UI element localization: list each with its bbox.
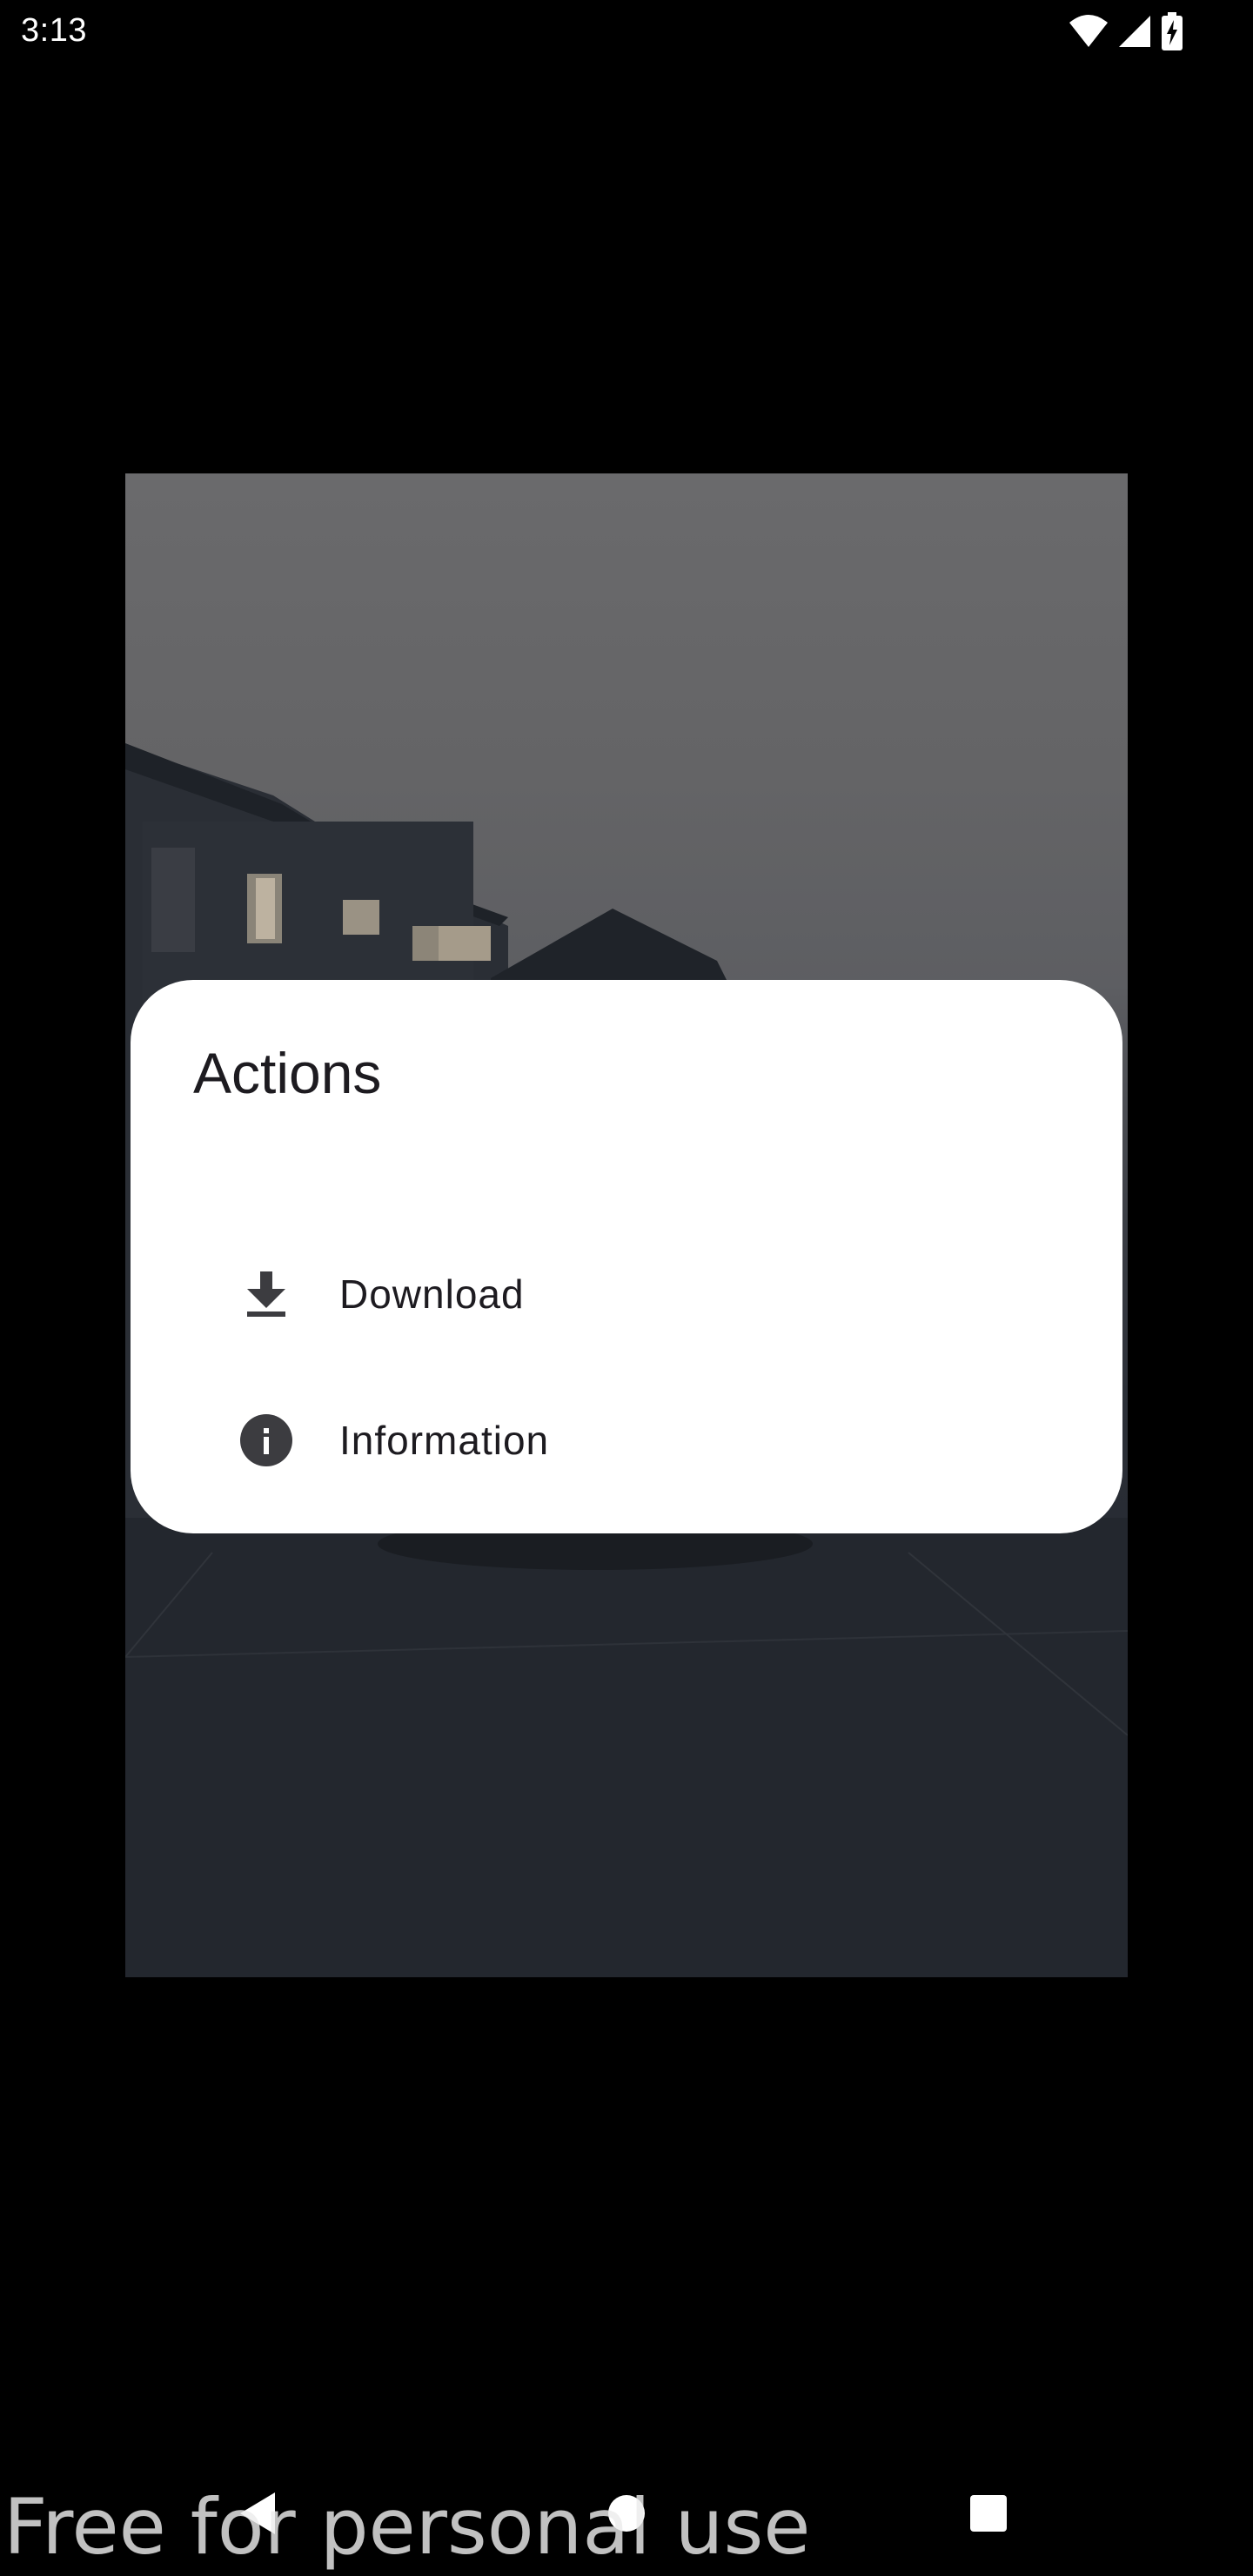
dialog-title: Actions: [193, 1041, 382, 1105]
battery-charging-icon: [1161, 12, 1183, 50]
back-icon[interactable]: [223, 2479, 292, 2548]
status-icons: [1069, 12, 1183, 50]
recents-icon[interactable]: [954, 2479, 1023, 2548]
navigation-bar: [0, 2461, 1253, 2576]
wifi-icon: [1069, 14, 1109, 49]
information-label: Information: [339, 1418, 550, 1463]
download-icon: [238, 1266, 294, 1322]
actions-dialog: Actions Download Information: [131, 980, 1122, 1533]
info-icon: [238, 1412, 294, 1468]
cell-signal-icon: [1117, 14, 1152, 49]
information-action[interactable]: Information: [131, 1375, 1122, 1506]
status-bar: 3:13: [0, 0, 1253, 63]
download-action[interactable]: Download: [131, 1229, 1122, 1359]
home-icon[interactable]: [592, 2479, 661, 2548]
status-time: 3:13: [21, 12, 87, 49]
download-label: Download: [339, 1271, 525, 1317]
screen: 3:13 Actions Download Information Free f…: [0, 0, 1253, 2576]
